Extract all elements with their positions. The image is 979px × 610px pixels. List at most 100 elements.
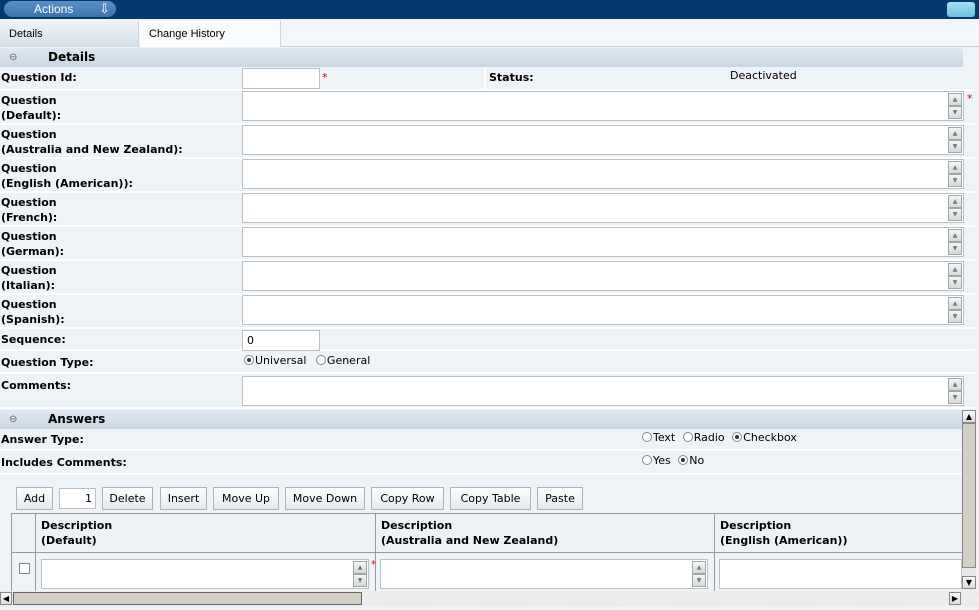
select-column-header	[11, 514, 31, 553]
tab-change-history[interactable]: Change History	[140, 21, 281, 47]
table-row: ▲ ▼ * ▲ ▼	[11, 553, 962, 591]
window-icon[interactable]	[947, 2, 975, 17]
description-default-textarea[interactable]: ▲ ▼	[41, 559, 369, 589]
question-textarea[interactable]: ▲ ▼	[242, 193, 964, 223]
delete-button[interactable]: Delete	[102, 487, 153, 510]
scroll-down-icon[interactable]: ▼	[948, 242, 962, 255]
scroll-down-icon[interactable]: ▼	[948, 140, 962, 153]
radio-universal[interactable]: Universal	[244, 354, 306, 367]
copy-row-button[interactable]: Copy Row	[371, 487, 444, 510]
scroll-down-icon[interactable]: ▼	[692, 574, 706, 587]
scroll-up-icon[interactable]: ▲	[948, 378, 962, 391]
details-section-header[interactable]: ⊖ Details	[0, 48, 963, 67]
sequence-row: Sequence: 0	[0, 329, 975, 351]
radio-label: Universal	[255, 354, 307, 367]
answers-grid-header: Description (Default) Description (Austral…	[11, 513, 962, 553]
scroll-down-icon[interactable]: ▼	[948, 106, 962, 119]
required-marker: *	[967, 92, 973, 105]
column-header-default[interactable]: Description (Default)	[35, 514, 375, 553]
column-header-anz[interactable]: Description (Australia and New Zealand)	[375, 514, 714, 553]
question-id-input[interactable]	[242, 68, 320, 89]
radio-no[interactable]: No	[678, 454, 704, 467]
question-label: Question (Australia and New Zealand):	[1, 128, 183, 156]
question-row: Question (Spanish): ▲ ▼	[0, 295, 975, 329]
scroll-up-icon[interactable]: ▲	[692, 561, 706, 574]
scroll-up-icon[interactable]: ▲	[948, 195, 962, 208]
tab-details[interactable]: Details	[0, 21, 139, 47]
question-label: Question (English (American)):	[1, 162, 133, 190]
radio-yes[interactable]: Yes	[642, 454, 671, 467]
answer-type-row: Answer Type: Text Radio Checkbox	[0, 429, 962, 451]
radio-label: General	[326, 354, 371, 367]
scroll-thumb[interactable]	[13, 592, 362, 605]
question-row: Question (French): ▲ ▼	[0, 193, 975, 227]
scroll-up-icon[interactable]: ▲	[353, 561, 367, 574]
copy-table-button[interactable]: Copy Table	[450, 487, 531, 510]
move-down-button[interactable]: Move Down	[285, 487, 365, 510]
section-title: Details	[48, 50, 96, 64]
status-label: Status:	[489, 71, 534, 84]
row-count-input[interactable]: 1	[59, 488, 96, 509]
column-header-english-american[interactable]: Description (English (American))	[714, 514, 962, 553]
required-marker: *	[322, 71, 328, 84]
question-textarea[interactable]: ▲ ▼	[242, 227, 964, 257]
insert-button[interactable]: Insert	[160, 487, 207, 510]
header-line: Description	[381, 519, 453, 532]
scroll-right-icon[interactable]: ▶	[949, 592, 961, 605]
question-label: Question (French):	[1, 196, 58, 224]
answers-section-header[interactable]: ⊖ Answers	[0, 410, 963, 429]
sequence-input[interactable]: 0	[242, 330, 320, 351]
scroll-left-icon[interactable]: ◀	[0, 592, 12, 605]
header-line: Description	[41, 519, 113, 532]
scroll-down-icon[interactable]: ▼	[948, 276, 962, 289]
question-textarea[interactable]: ▲ ▼	[242, 295, 964, 325]
question-label: Question (German):	[1, 230, 65, 258]
comments-row: Comments: ▲ ▼	[0, 376, 975, 409]
question-id-label: Question Id:	[1, 71, 77, 84]
scroll-down-icon[interactable]: ▼	[353, 574, 367, 587]
move-up-button[interactable]: Move Up	[213, 487, 279, 510]
horizontal-scrollbar[interactable]: ◀ ▶	[0, 591, 979, 606]
actions-menu-button[interactable]: Actions ⇩	[4, 1, 116, 17]
scroll-up-icon[interactable]: ▲	[948, 263, 962, 276]
header-line: (Australia and New Zealand)	[381, 534, 559, 547]
scroll-up-icon[interactable]: ▲	[948, 297, 962, 310]
description-english-american-textarea[interactable]	[719, 559, 962, 589]
paste-button[interactable]: Paste	[537, 487, 583, 510]
scroll-up-icon[interactable]: ▲	[948, 127, 962, 140]
radio-checkbox[interactable]: Checkbox	[732, 431, 797, 444]
scroll-down-icon[interactable]: ▼	[948, 174, 962, 187]
vertical-scrollbar[interactable]: ▲ ▼	[962, 410, 976, 590]
add-button[interactable]: Add	[16, 487, 53, 510]
scroll-down-icon[interactable]: ▼	[948, 391, 962, 404]
question-textarea[interactable]: ▲ ▼	[242, 125, 964, 155]
status-value: Deactivated	[730, 69, 797, 82]
question-label: Question (Default):	[1, 94, 62, 122]
scroll-up-icon[interactable]: ▲	[948, 93, 962, 106]
radio-general[interactable]: General	[315, 354, 371, 367]
question-textarea[interactable]: ▲ ▼	[242, 261, 964, 291]
collapse-icon[interactable]: ⊖	[9, 410, 17, 429]
scroll-up-icon[interactable]: ▲	[948, 229, 962, 242]
question-row: Question (Italian): ▲ ▼	[0, 261, 975, 295]
comments-textarea[interactable]: ▲ ▼	[242, 376, 964, 406]
radio-radio[interactable]: Radio	[682, 431, 725, 444]
includes-comments-row: Includes Comments: Yes No	[0, 453, 962, 475]
question-textarea[interactable]: ▲ ▼	[242, 91, 964, 121]
scroll-up-icon[interactable]: ▲	[962, 410, 976, 423]
scroll-up-icon[interactable]: ▲	[948, 161, 962, 174]
scroll-thumb[interactable]	[962, 423, 976, 568]
down-arrow-icon: ⇩	[99, 1, 110, 16]
question-textarea[interactable]: ▲ ▼	[242, 159, 964, 189]
sequence-value: 0	[247, 334, 254, 347]
scroll-down-icon[interactable]: ▼	[962, 576, 976, 589]
collapse-icon[interactable]: ⊖	[9, 48, 17, 67]
scroll-down-icon[interactable]: ▼	[948, 310, 962, 323]
row-checkbox[interactable]	[19, 563, 30, 574]
question-row: Question (English (American)): ▲ ▼	[0, 159, 975, 193]
scroll-down-icon[interactable]: ▼	[948, 208, 962, 221]
description-anz-textarea[interactable]: ▲ ▼	[380, 559, 708, 589]
answer-type-label: Answer Type:	[1, 433, 84, 446]
question-row: Question (Australia and New Zealand): ▲ ▼	[0, 125, 975, 159]
radio-text[interactable]: Text	[642, 431, 675, 444]
